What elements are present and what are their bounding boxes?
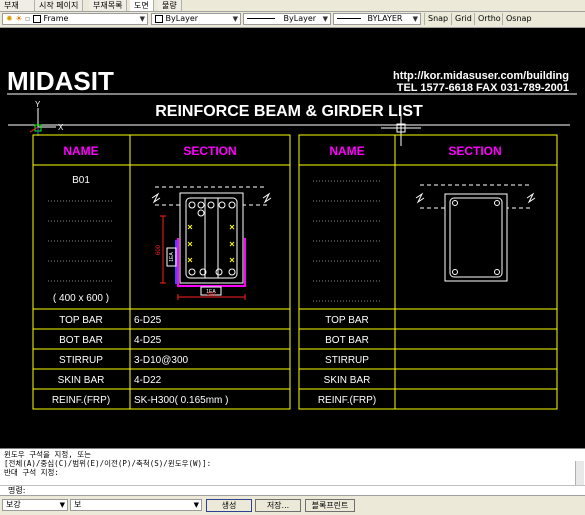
row-value-bot-bar: 4-D25 [134, 335, 162, 346]
drawing-canvas[interactable]: MIDASIT http://kor.midasuser.com/buildin… [0, 28, 585, 448]
chevron-down-icon: ▼ [193, 501, 199, 509]
right-name-header: NAME [329, 144, 364, 158]
row-value-reinf-frp: SK-H300( 0.165mm ) [134, 395, 228, 406]
color-swatch [155, 14, 163, 23]
dim-height: 600 [156, 244, 162, 255]
left-section-header: SECTION [183, 144, 236, 158]
row-label-bot-bar: BOT BAR [59, 335, 103, 346]
osnap-toggle[interactable]: Osnap [502, 13, 535, 25]
light-bulb-icon: ✹ [6, 14, 13, 23]
linetype-dropdown[interactable]: ByLayer ▼ [243, 13, 331, 25]
document-tabs: 부재 시작 페이지 부재목록 도면 물량 [0, 0, 585, 12]
chevron-down-icon: ▼ [232, 15, 238, 23]
row-value-stirrup: 3-D10@300 [134, 355, 189, 366]
right-row-label-bot-bar: BOT BAR [325, 335, 369, 346]
left-name-placeholder-lines [48, 200, 114, 282]
tab-drawing[interactable]: 도면 [130, 0, 154, 11]
website-url: http://kor.midasuser.com/building [393, 70, 569, 82]
command-line-2: [전체(A)/중심(C)/범위(E)/이전(P)/축척(S)/윈도우(W)]: [4, 459, 212, 468]
cad-drawing: MIDASIT http://kor.midasuser.com/buildin… [7, 66, 577, 410]
color-value: ByLayer [165, 14, 199, 23]
right-beam-table [298, 134, 558, 410]
snap-toggle[interactable]: Snap [424, 13, 451, 25]
save-button[interactable]: 저장... [255, 499, 301, 512]
layer-color-swatch [32, 14, 41, 23]
beam-section-b01: 600 1EA 1EA 400 [151, 186, 272, 300]
ucs-icon: Y X [29, 100, 64, 136]
chevron-down-icon: ▼ [322, 15, 328, 23]
contact-info: TEL 1577-6618 FAX 031-789-2001 [397, 82, 569, 94]
layer-dropdown[interactable]: ✹ ☀ ▫ Frame ▼ [2, 13, 148, 25]
linetype-value: ByLayer [283, 14, 317, 23]
tab-member-list[interactable]: 부재목록 [89, 0, 128, 11]
lineweight-sample [337, 18, 361, 19]
layer-name: Frame [43, 14, 69, 23]
beam-size: ( 400 x 600 ) [53, 293, 109, 304]
right-row-label-reinf-frp: REINF.(FRP) [318, 395, 376, 406]
lineweight-dropdown[interactable]: BYLAYER ▼ [333, 13, 421, 25]
member-type-value: 보강 [6, 500, 21, 509]
row-label-stirrup: STIRRUP [59, 355, 103, 366]
tab-quantity[interactable]: 물량 [158, 0, 182, 11]
lineweight-value: BYLAYER [367, 14, 403, 23]
right-name-placeholder-lines [313, 180, 381, 302]
dim-ea-1: 1EA [169, 252, 175, 262]
right-section-header: SECTION [448, 144, 501, 158]
ucs-y-label: Y [35, 100, 41, 109]
lock-icon: ▫ [24, 14, 31, 23]
create-button[interactable]: 생성 [206, 499, 252, 512]
block-print-button[interactable]: 블록프린트 [305, 499, 355, 512]
linetype-sample [247, 18, 275, 19]
sun-icon: ☀ [15, 14, 23, 23]
tab-start-page[interactable]: 시작 페이지 [35, 0, 84, 11]
command-line-1: 윈도우 구석을 지정, 또는 [4, 450, 92, 459]
ucs-x-label: X [58, 123, 64, 132]
right-row-label-top-bar: TOP BAR [325, 315, 369, 326]
right-row-label-skin-bar: SKIN BAR [324, 375, 371, 386]
chevron-down-icon: ▼ [59, 501, 65, 509]
command-prompt-label: 명령: [8, 486, 26, 495]
row-label-skin-bar: SKIN BAR [58, 375, 105, 386]
right-row-label-stirrup: STIRRUP [325, 355, 369, 366]
member-category-select[interactable]: 보 ▼ [70, 499, 202, 511]
empty-beam-section [415, 184, 536, 282]
left-name-header: NAME [63, 144, 98, 158]
drawing-title: REINFORCE BEAM & GIRDER LIST [155, 103, 423, 120]
logo: MIDASIT [7, 66, 114, 96]
grid-toggle[interactable]: Grid [451, 13, 475, 25]
beam-name: B01 [72, 175, 90, 186]
properties-toolbar: ✹ ☀ ▫ Frame ▼ ByLayer ▼ ByLayer ▼ BYLAYE… [0, 12, 585, 28]
row-label-top-bar: TOP BAR [59, 315, 103, 326]
chevron-down-icon: ▼ [139, 15, 145, 23]
chevron-down-icon: ▼ [412, 15, 418, 23]
member-category-value: 보 [74, 500, 82, 509]
row-label-reinf-frp: REINF.(FRP) [52, 395, 110, 406]
color-dropdown[interactable]: ByLayer ▼ [151, 13, 241, 25]
tab-member[interactable]: 부재 [0, 0, 35, 11]
row-value-top-bar: 6-D25 [134, 315, 162, 326]
command-line-3: 반대 구석 지정: [4, 468, 59, 477]
member-type-select[interactable]: 보강 ▼ [2, 499, 68, 511]
bottom-toolbar: 보강 ▼ 보 ▼ 생성 저장... 블록프린트 [0, 495, 585, 515]
ortho-toggle[interactable]: Ortho [474, 13, 504, 25]
row-value-skin-bar: 4-D22 [134, 375, 162, 386]
dim-width: 400 [207, 292, 216, 298]
